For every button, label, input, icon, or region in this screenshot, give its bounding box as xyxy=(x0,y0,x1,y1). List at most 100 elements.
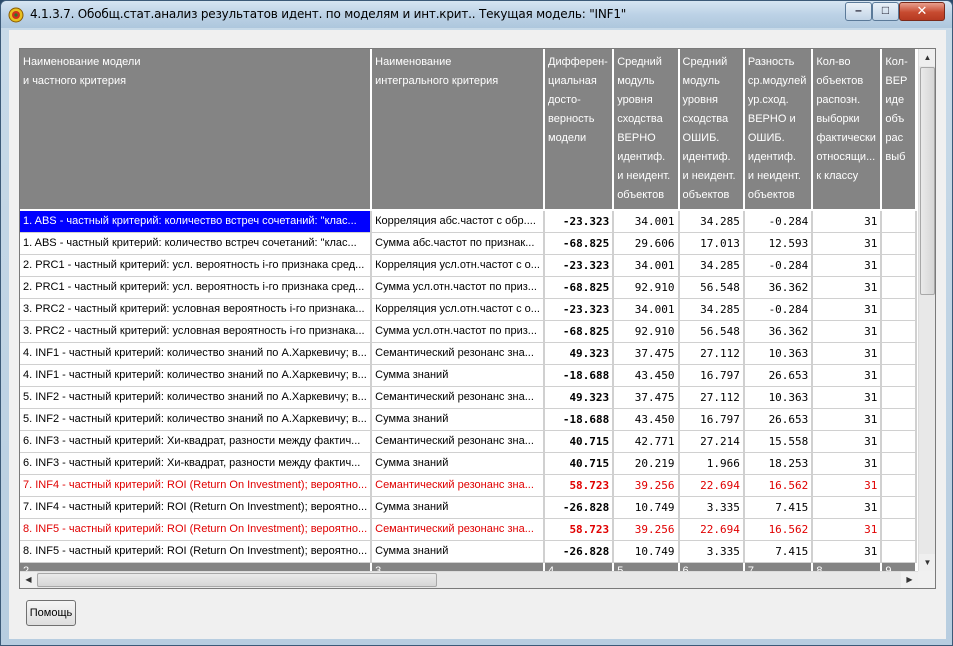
model-cell[interactable]: 1. ABS - частный критерий: количество вс… xyxy=(20,210,373,233)
scroll-left-icon[interactable]: ◀ xyxy=(20,572,37,588)
count-cell[interactable]: 31 xyxy=(812,496,883,519)
count-cell[interactable]: 31 xyxy=(812,254,883,277)
table-row[interactable]: 7. INF4 - частный критерий: ROI (Return … xyxy=(20,474,917,497)
count-cell[interactable]: 31 xyxy=(812,320,883,343)
table-row[interactable]: 4. INF1 - частный критерий: количество з… xyxy=(20,364,917,387)
avg-error-cell[interactable]: 3.335 xyxy=(678,496,745,519)
close-button[interactable]: ✕ xyxy=(899,2,945,21)
avg-correct-cell[interactable]: 29.606 xyxy=(613,232,680,255)
delta-cell[interactable]: 10.363 xyxy=(743,342,814,365)
model-cell[interactable]: 6. INF3 - частный критерий: Хи-квадрат, … xyxy=(20,452,373,475)
horizontal-scroll-thumb[interactable] xyxy=(37,573,437,587)
count-cell[interactable]: 31 xyxy=(812,518,883,541)
count-cell[interactable]: 31 xyxy=(812,474,883,497)
integral-cell[interactable]: Сумма абс.частот по признак... xyxy=(371,232,546,255)
avg-correct-cell[interactable]: 34.001 xyxy=(613,210,680,233)
truncated-cell[interactable] xyxy=(881,540,917,563)
diff-cell[interactable]: 58.723 xyxy=(544,518,615,541)
delta-cell[interactable]: 7.415 xyxy=(743,540,814,563)
avg-error-cell[interactable]: 56.548 xyxy=(678,320,745,343)
delta-cell[interactable]: 16.562 xyxy=(743,474,814,497)
count-cell[interactable]: 31 xyxy=(812,276,883,299)
diff-cell[interactable]: -26.828 xyxy=(544,496,615,519)
delta-cell[interactable]: 15.558 xyxy=(743,430,814,453)
truncated-cell[interactable] xyxy=(881,364,917,387)
avg-error-column-header[interactable]: Средний модуль уровня сходства ОШИБ. идентиф.… xyxy=(678,49,745,211)
model-cell[interactable]: 1. ABS - частный критерий: количество вс… xyxy=(20,232,373,255)
avg-correct-cell[interactable]: 92.910 xyxy=(613,320,680,343)
delta-cell[interactable]: 10.363 xyxy=(743,386,814,409)
delta-cell[interactable]: 26.653 xyxy=(743,364,814,387)
integral-cell[interactable]: Сумма знаний xyxy=(371,364,546,387)
help-button[interactable]: Помощь xyxy=(26,600,76,626)
avg-correct-cell[interactable]: 37.475 xyxy=(613,342,680,365)
avg-error-cell[interactable]: 27.112 xyxy=(678,386,745,409)
avg-error-cell[interactable]: 27.112 xyxy=(678,342,745,365)
maximize-button[interactable]: □ xyxy=(872,2,899,21)
avg-error-cell[interactable]: 34.285 xyxy=(678,210,745,233)
truncated-cell[interactable] xyxy=(881,298,917,321)
diff-cell[interactable]: -68.825 xyxy=(544,232,615,255)
model-cell[interactable]: 2. PRC1 - частный критерий: усл. вероятн… xyxy=(20,276,373,299)
delta-cell[interactable]: 26.653 xyxy=(743,408,814,431)
table-row[interactable]: 2. PRC1 - частный критерий: усл. вероятн… xyxy=(20,254,917,277)
table-row[interactable]: 5. INF2 - частный критерий: количество з… xyxy=(20,386,917,409)
avg-error-cell[interactable]: 22.694 xyxy=(678,518,745,541)
avg-error-cell[interactable]: 17.013 xyxy=(678,232,745,255)
diff-cell[interactable]: -23.323 xyxy=(544,298,615,321)
count-column-header[interactable]: Кол-во объектов распозн. выборки фактически о… xyxy=(812,49,883,211)
correct-count-column-header[interactable]: Кол- ВЕР иде объ рас выб xyxy=(881,49,917,211)
scroll-down-icon[interactable]: ▼ xyxy=(919,554,935,571)
horizontal-scrollbar[interactable]: ◀ ▶ xyxy=(20,571,918,588)
avg-error-cell[interactable]: 16.797 xyxy=(678,364,745,387)
avg-error-cell[interactable]: 3.335 xyxy=(678,540,745,563)
avg-correct-cell[interactable]: 39.256 xyxy=(613,518,680,541)
title-bar[interactable]: 4.1.3.7. Обобщ.стат.анализ результатов и… xyxy=(1,1,952,28)
truncated-cell[interactable] xyxy=(881,276,917,299)
count-cell[interactable]: 31 xyxy=(812,232,883,255)
integral-cell[interactable]: Семантический резонанс зна... xyxy=(371,518,546,541)
avg-correct-cell[interactable]: 39.256 xyxy=(613,474,680,497)
integral-cell[interactable]: Сумма знаний xyxy=(371,496,546,519)
model-column-header[interactable]: Наименование модели и частного критерия xyxy=(20,49,373,211)
count-cell[interactable]: 31 xyxy=(812,540,883,563)
diff-cell[interactable]: -23.323 xyxy=(544,210,615,233)
avg-error-cell[interactable]: 56.548 xyxy=(678,276,745,299)
truncated-cell[interactable] xyxy=(881,430,917,453)
minimize-button[interactable]: – xyxy=(845,2,872,21)
vertical-scroll-thumb[interactable] xyxy=(920,67,935,295)
table-row[interactable]: 6. INF3 - частный критерий: Хи-квадрат, … xyxy=(20,430,917,453)
diff-cell[interactable]: -18.688 xyxy=(544,364,615,387)
count-cell[interactable]: 31 xyxy=(812,342,883,365)
count-cell[interactable]: 31 xyxy=(812,452,883,475)
truncated-cell[interactable] xyxy=(881,496,917,519)
integral-cell[interactable]: Сумма усл.отн.частот по приз... xyxy=(371,276,546,299)
table-row[interactable]: 1. ABS - частный критерий: количество вс… xyxy=(20,232,917,255)
scroll-right-icon[interactable]: ▶ xyxy=(901,572,918,588)
avg-correct-cell[interactable]: 10.749 xyxy=(613,540,680,563)
truncated-cell[interactable] xyxy=(881,408,917,431)
delta-cell[interactable]: -0.284 xyxy=(743,254,814,277)
avg-error-cell[interactable]: 34.285 xyxy=(678,254,745,277)
delta-cell[interactable]: -0.284 xyxy=(743,298,814,321)
avg-correct-cell[interactable]: 37.475 xyxy=(613,386,680,409)
delta-cell[interactable]: 12.593 xyxy=(743,232,814,255)
avg-error-cell[interactable]: 27.214 xyxy=(678,430,745,453)
model-cell[interactable]: 6. INF3 - частный критерий: Хи-квадрат, … xyxy=(20,430,373,453)
table-row[interactable]: 8. INF5 - частный критерий: ROI (Return … xyxy=(20,540,917,563)
diff-cell[interactable]: -18.688 xyxy=(544,408,615,431)
integral-cell[interactable]: Корреляция усл.отн.частот с о... xyxy=(371,254,546,277)
model-cell[interactable]: 4. INF1 - частный критерий: количество з… xyxy=(20,364,373,387)
avg-error-cell[interactable]: 1.966 xyxy=(678,452,745,475)
truncated-cell[interactable] xyxy=(881,342,917,365)
truncated-cell[interactable] xyxy=(881,474,917,497)
diff-cell[interactable]: 49.323 xyxy=(544,342,615,365)
truncated-cell[interactable] xyxy=(881,386,917,409)
table-row[interactable]: 3. PRC2 - частный критерий: условная вер… xyxy=(20,298,917,321)
integral-cell[interactable]: Корреляция усл.отн.частот с о... xyxy=(371,298,546,321)
diff-cell[interactable]: -26.828 xyxy=(544,540,615,563)
integral-cell[interactable]: Семантический резонанс зна... xyxy=(371,430,546,453)
model-cell[interactable]: 7. INF4 - частный критерий: ROI (Return … xyxy=(20,474,373,497)
diff-cell[interactable]: -68.825 xyxy=(544,276,615,299)
model-cell[interactable]: 4. INF1 - частный критерий: количество з… xyxy=(20,342,373,365)
